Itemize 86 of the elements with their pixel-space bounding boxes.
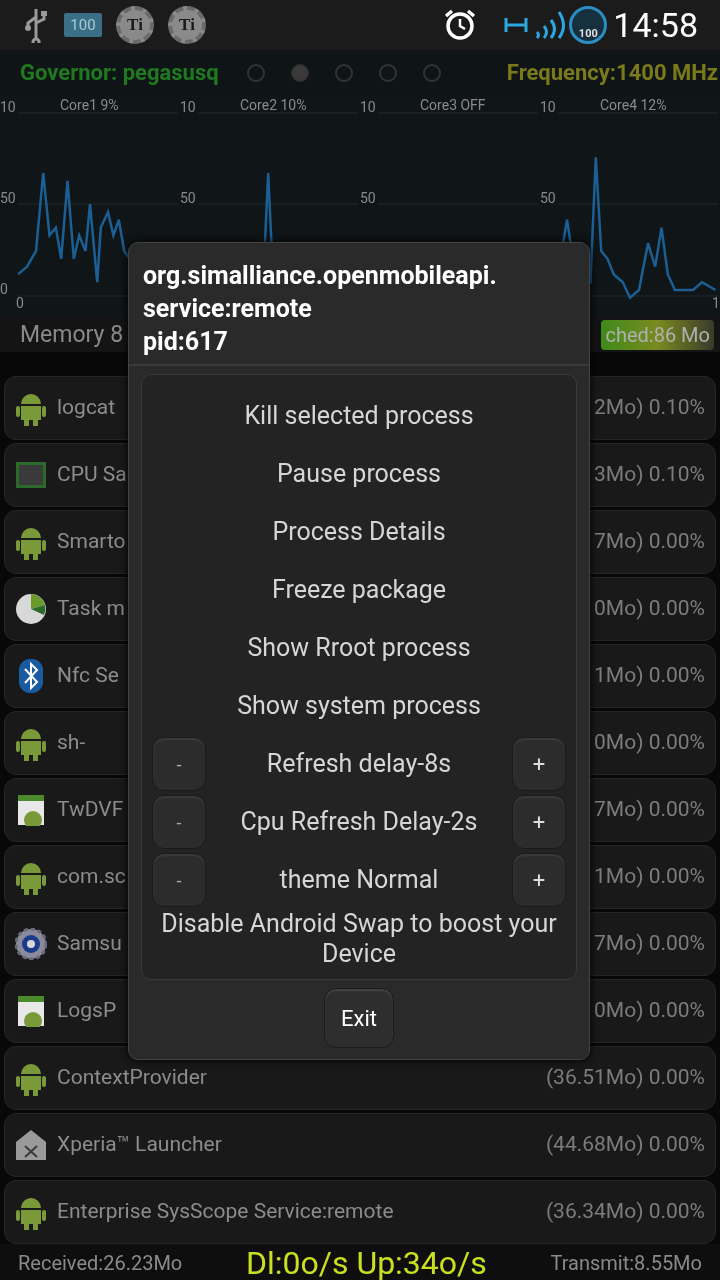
process-name: sh- (57, 729, 86, 757)
increase-button[interactable]: + (512, 853, 566, 907)
usb-icon (22, 7, 50, 43)
battery-icon: 100 (64, 13, 102, 37)
axis-label: 50 (360, 189, 376, 208)
menu-option[interactable]: Freeze package (271, 575, 447, 605)
process-usage: 0Mo) 0.00% (594, 997, 705, 1025)
axis-label: 0 (0, 280, 8, 299)
process-name: com.sc (57, 863, 126, 891)
menu-option[interactable]: Pause process (276, 459, 442, 489)
process-usage: 7Mo) 0.00% (594, 796, 705, 824)
axis-label: 1 (712, 294, 720, 313)
menu-option[interactable]: Process Details (272, 517, 446, 547)
screen-icon (15, 461, 47, 489)
process-usage: 7Mo) 0.00% (594, 930, 705, 958)
process-name: Enterprise SysScope Service:remote (57, 1198, 394, 1226)
speed-gauge-icon: 100 (569, 6, 608, 44)
process-usage: 3Mo) 0.10% (594, 461, 705, 489)
pie-chart-icon (15, 593, 47, 625)
process-name: ContextProvider (57, 1064, 207, 1092)
axis-label: 50 (0, 189, 16, 208)
axis-label: 10 (180, 98, 196, 117)
process-usage: 0Mo) 0.00% (594, 595, 705, 623)
transmit-label: Transmit:8.55Mo (550, 1250, 702, 1277)
gear-badge-icon: Ti (116, 6, 154, 44)
process-usage: (36.51Mo) 0.00% (545, 1064, 705, 1092)
process-name: LogsP (57, 997, 117, 1025)
clock-time: 14:58 (613, 8, 698, 42)
process-usage: 0Mo) 0.00% (594, 729, 705, 757)
memory-label: Memory 8 (20, 319, 124, 350)
decrease-button[interactable]: - (152, 795, 206, 849)
chart-title: Core4 12% (600, 96, 667, 115)
process-usage: (36.34Mo) 0.00% (545, 1198, 705, 1226)
decrease-button[interactable]: - (152, 737, 206, 791)
axis-label: 0 (16, 294, 24, 313)
dialog-title: pid:617 (143, 326, 229, 358)
menu-option[interactable]: Show Rroot process (247, 633, 471, 663)
process-name: logcat (57, 394, 116, 422)
process-name: Smarto (57, 528, 126, 556)
gear-icon (15, 928, 47, 960)
signal-waves-icon (533, 10, 568, 40)
increase-button[interactable]: + (512, 737, 566, 791)
process-name: Nfc Se (57, 662, 119, 690)
process-usage: 1Mo) 0.00% (594, 863, 705, 891)
chart-title: Core2 10% (240, 96, 307, 115)
axis-label: 10 (0, 98, 16, 117)
process-name: Xperia™ Launcher (57, 1131, 222, 1159)
menu-option[interactable]: Refresh delay-8s (266, 745, 452, 783)
received-label: Received:26.23Mo (18, 1250, 183, 1277)
process-usage: 2Mo) 0.10% (594, 394, 705, 422)
process-usage: (44.68Mo) 0.00% (545, 1131, 705, 1159)
axis-label: 10 (540, 98, 556, 117)
network-speed: Dl:0o/s Up:34o/s (245, 1246, 487, 1280)
exit-button[interactable]: Exit (324, 988, 394, 1048)
frequency-label: Frequency:1400 MHz (506, 59, 718, 87)
menu-option[interactable]: Disable Android Swap to boost your Device (152, 909, 566, 969)
axis-label: 50 (180, 189, 196, 208)
process-usage: 1Mo) 0.00% (594, 662, 705, 690)
menu-option[interactable]: Kill selected process (244, 401, 474, 431)
process-name: Task m (57, 595, 125, 623)
network-type-icon (503, 15, 530, 35)
process-usage: 7Mo) 0.00% (594, 528, 705, 556)
process-name: TwDVF (57, 796, 124, 824)
process-row[interactable]: Xperia™ Launcher (44.68Mo) 0.00% (4, 1113, 716, 1177)
process-name: Samsu (57, 930, 122, 958)
menu-option[interactable]: Cpu Refresh Delay-2s (240, 803, 478, 841)
document-icon (17, 794, 45, 826)
governor-label: Governor: pegasusq (20, 59, 219, 87)
dialog-title: service:remote (143, 293, 313, 325)
gear-badge-icon: Ti (168, 6, 206, 44)
increase-button[interactable]: + (512, 795, 566, 849)
decrease-button[interactable]: - (152, 853, 206, 907)
memory-bar: ched:86 Mo (601, 320, 714, 350)
alarm-clock-icon (443, 8, 478, 42)
axis-label: 50 (540, 189, 556, 208)
menu-option[interactable]: theme Normal (279, 861, 439, 899)
process-row[interactable]: Enterprise SysScope Service:remote (36.34Mo) 0.00% (4, 1180, 716, 1244)
document-icon (17, 995, 45, 1027)
dialog-title: org.simalliance.openmobileapi. (143, 260, 498, 292)
axis-label: 10 (360, 98, 376, 117)
chart-title: Core1 9% (60, 96, 119, 115)
menu-option[interactable]: Show system process (237, 691, 481, 721)
process-name: CPU Sa (57, 461, 127, 489)
house-icon (15, 1129, 47, 1161)
bluetooth-icon (19, 659, 43, 693)
chart-title: Core3 OFF (420, 96, 486, 115)
